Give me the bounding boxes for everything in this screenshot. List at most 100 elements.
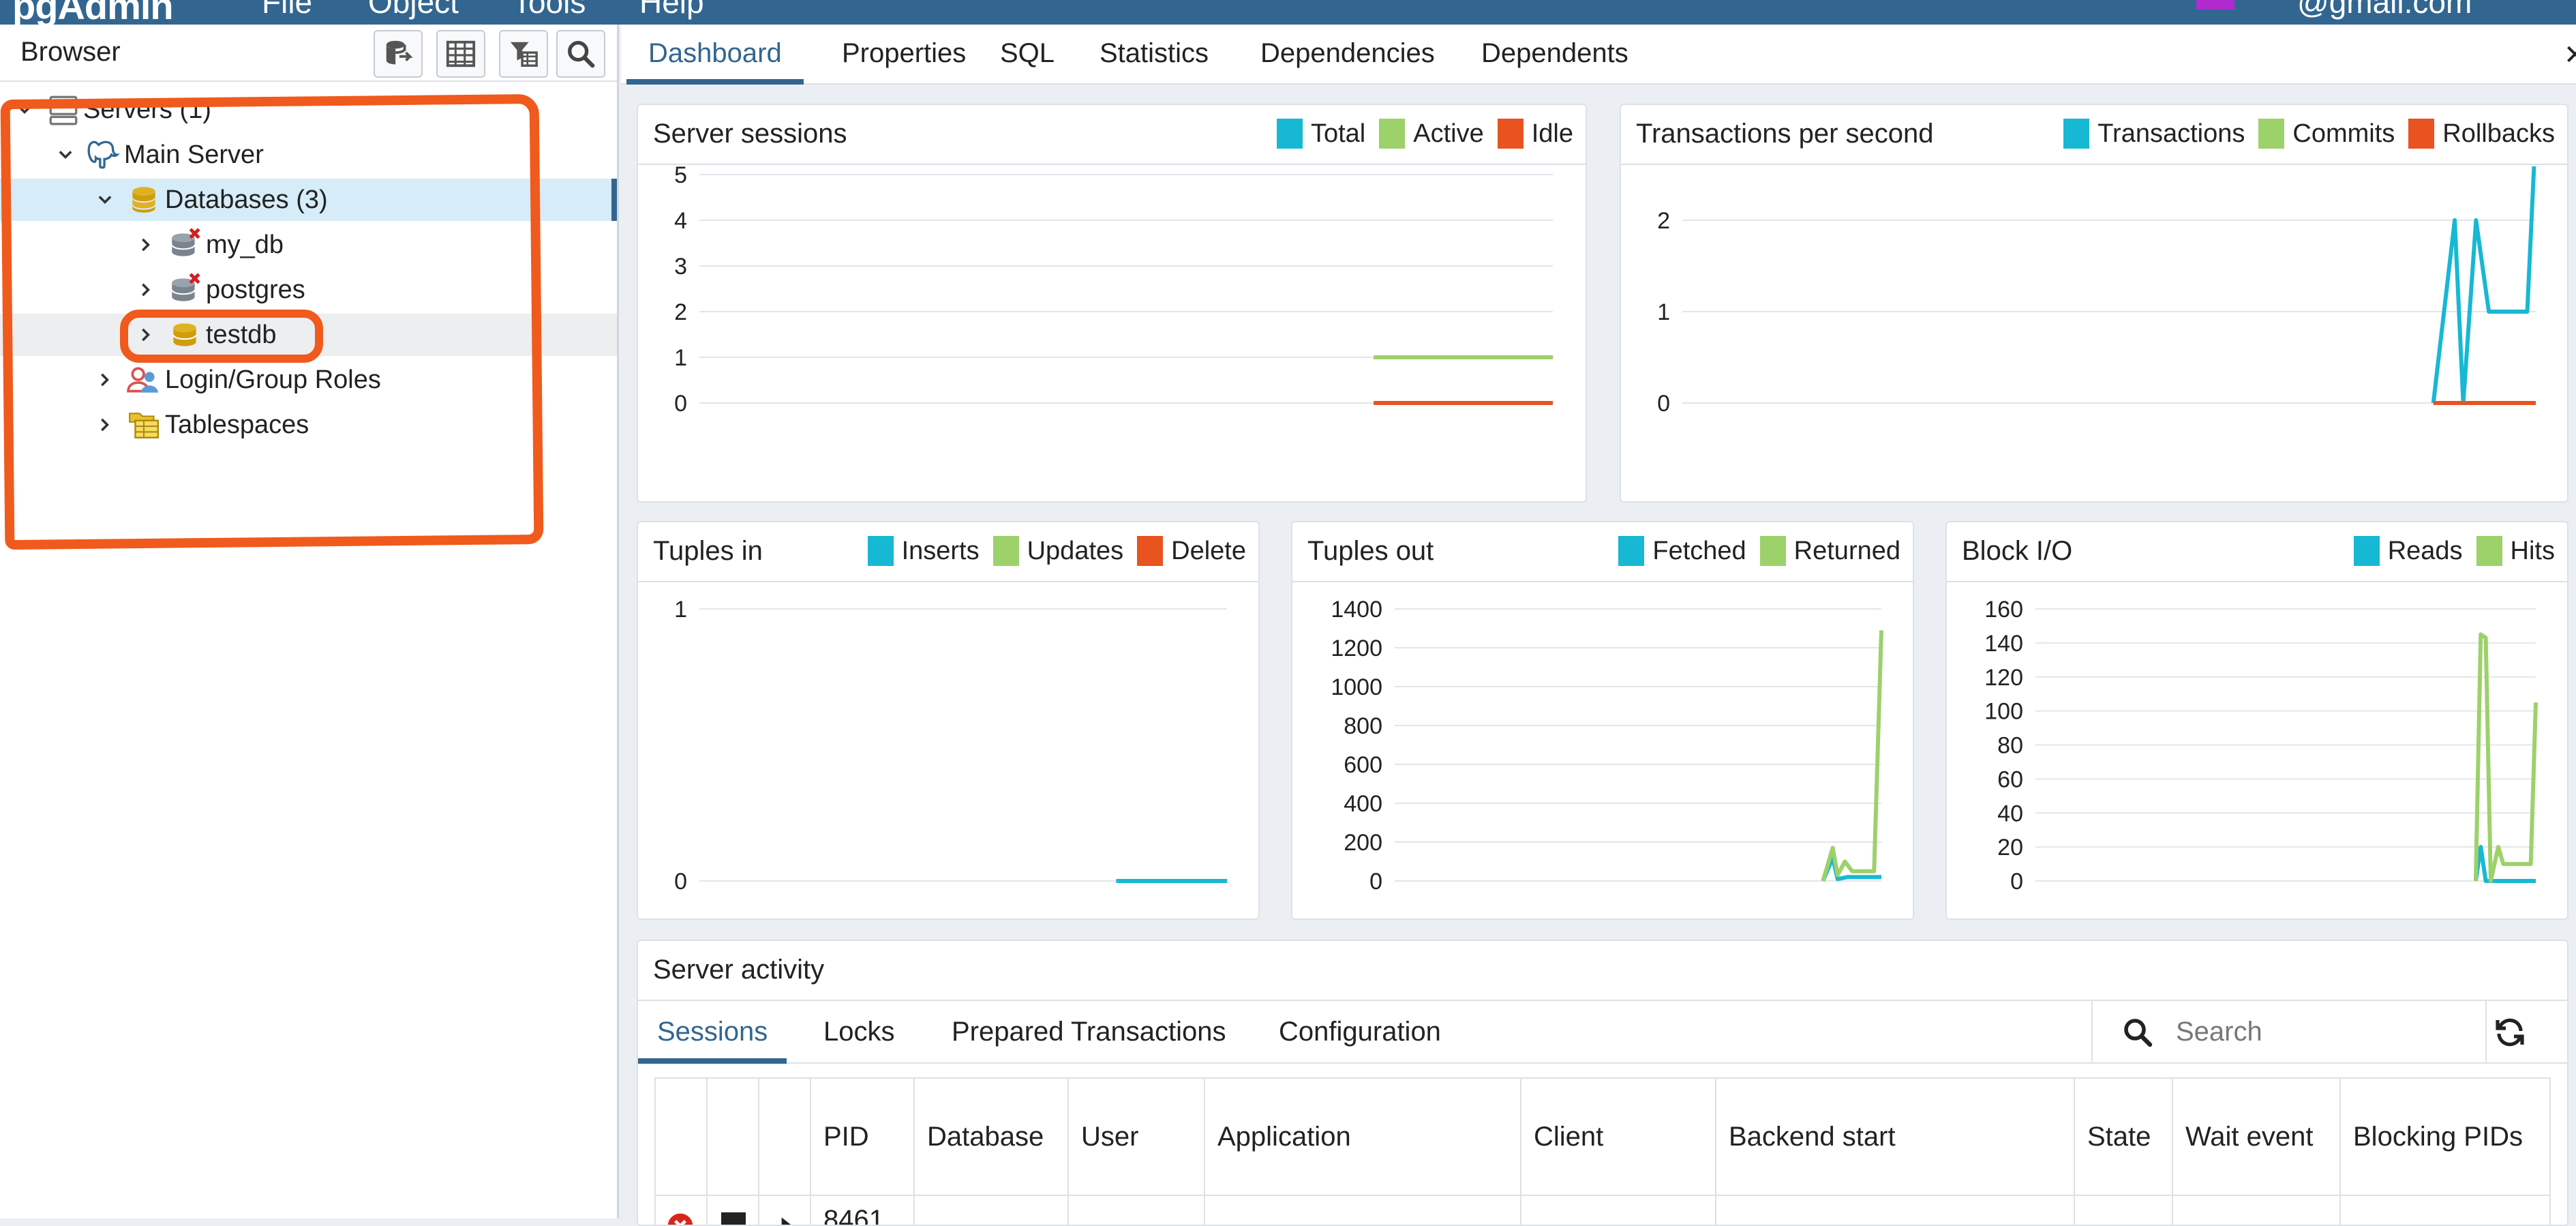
tab-dependencies[interactable]: Dependencies <box>1239 25 1457 85</box>
legend-swatch <box>2476 536 2502 566</box>
search-icon <box>2124 1019 2153 1047</box>
legend-swatch <box>867 536 894 566</box>
column-header-pid[interactable]: PID <box>811 1079 915 1195</box>
y-tick-label: 600 <box>1344 752 1382 778</box>
chart-title: Server sessions <box>653 119 847 149</box>
legend-label: Transactions <box>2097 119 2245 148</box>
table-cell <box>708 1196 759 1225</box>
card-header: Server sessions Total Active Idle <box>638 105 1586 165</box>
view-data-button[interactable] <box>436 30 485 78</box>
y-tick-label: 0 <box>674 869 687 895</box>
legend-label: Delete <box>1171 536 1246 565</box>
legend-swatch <box>2353 536 2380 566</box>
caret-right-icon[interactable] <box>774 1214 796 1226</box>
cancel-query-icon[interactable] <box>721 1212 746 1225</box>
transactions-per-second-card: Transactions per second Transactions Com… <box>1620 104 2569 503</box>
legend-swatch <box>2408 119 2435 149</box>
user-menu[interactable]: @gmail.com (Admin) <box>2297 0 2576 25</box>
menu-file[interactable]: File <box>262 0 312 20</box>
menu-help[interactable]: Help <box>639 0 704 20</box>
y-tick-label: 80 <box>1997 733 2023 759</box>
legend-label: Total <box>1310 119 1366 148</box>
server-activity-title: Server activity <box>653 955 825 985</box>
browser-panel-header: Browser <box>0 25 617 82</box>
terminate-session-icon[interactable] <box>665 1211 695 1226</box>
chart-title: Tuples out <box>1307 536 1434 566</box>
legend-swatch <box>1379 119 1406 149</box>
table-cell <box>1069 1196 1205 1225</box>
column-header-state[interactable]: State <box>2075 1079 2173 1195</box>
tab-prepared-transactions[interactable]: Prepared Transactions <box>933 1001 1245 1064</box>
block-io-chart: 160 140 120 100 80 60 40 20 0 <box>1984 597 2538 895</box>
legend-label: Commits <box>2292 119 2395 148</box>
legend-swatch <box>1759 536 1786 566</box>
refresh-icon[interactable] <box>2494 1016 2526 1049</box>
table-cell <box>1716 1196 2075 1225</box>
column-header-database[interactable]: Database <box>915 1079 1069 1195</box>
user-avatar-icon[interactable] <box>2196 0 2234 10</box>
search-objects-icon <box>568 41 595 68</box>
sessions-table: PID Database User Application Client Bac… <box>654 1077 2554 1226</box>
y-tick-label: 1 <box>1657 299 1670 325</box>
filtered-rows-button[interactable] <box>499 30 548 78</box>
activity-tabs: Sessions Locks Prepared Transactions Con… <box>638 1001 2567 1064</box>
column-header-client[interactable]: Client <box>1521 1079 1716 1195</box>
search-box <box>2091 1001 2487 1064</box>
y-tick-label: 0 <box>674 391 687 417</box>
chart-legend: Reads Hits <box>2340 536 2555 566</box>
y-tick-label: 2 <box>1657 208 1670 234</box>
legend-label: Fetched <box>1652 536 1746 565</box>
tab-statistics[interactable]: Statistics <box>1078 25 1230 85</box>
tuples-out-chart: 1400 1200 1000 800 600 400 200 0 <box>1331 597 1883 895</box>
legend-swatch <box>1276 119 1303 149</box>
y-tick-label: 0 <box>1369 869 1382 895</box>
close-panel-icon[interactable]: ✕ <box>2564 40 2576 71</box>
tab-dashboard[interactable]: Dashboard <box>626 25 804 85</box>
column-header-backend-start[interactable]: Backend start <box>1716 1079 2075 1195</box>
series-line-hits <box>2473 632 2538 883</box>
view-data-icon <box>446 40 476 68</box>
menu-object[interactable]: Object <box>368 0 459 20</box>
tab-locks[interactable]: Locks <box>804 1001 914 1064</box>
search-input[interactable] <box>2175 1009 2474 1054</box>
y-tick-label: 1 <box>674 597 687 623</box>
y-tick-label: 3 <box>674 254 687 280</box>
server-activity-card: Server activity Sessions Locks Prepared … <box>637 940 2569 1226</box>
column-header-wait-event[interactable]: Wait event <box>2173 1079 2341 1195</box>
legend-swatch <box>2063 119 2090 149</box>
legend-swatch <box>2258 119 2285 149</box>
block-io-card: Block I/O Reads Hits 160 140 120 100 80 60 40 2… <box>1945 521 2569 920</box>
search-objects-button[interactable] <box>556 30 605 78</box>
column-header-blocking-pids[interactable]: Blocking PIDs <box>2341 1079 2554 1195</box>
query-tool-button[interactable] <box>374 30 423 78</box>
main-tabs: Dashboard Properties SQL Statistics Depe… <box>621 25 2576 85</box>
server-sessions-chart: 6543210 <box>674 166 1553 417</box>
card-header: Tuples out Fetched Returned <box>1292 522 1913 582</box>
tab-properties[interactable]: Properties <box>820 25 988 85</box>
table-row <box>656 1196 708 1226</box>
y-tick-label: 1 <box>674 345 687 371</box>
y-tick-label: 400 <box>1344 791 1382 817</box>
y-tick-label: 5 <box>674 166 687 188</box>
column-header-user[interactable]: User <box>1069 1079 1205 1195</box>
tab-configuration[interactable]: Configuration <box>1260 1001 1460 1064</box>
chart-legend: Fetched Returned <box>1605 536 1900 566</box>
column-terminate <box>656 1079 708 1195</box>
card-header: Block I/O Reads Hits <box>1947 522 2567 582</box>
table-cell <box>1521 1196 1716 1225</box>
legend-label: Inserts <box>901 536 980 565</box>
column-cancel <box>708 1079 759 1195</box>
tuples-in-card: Tuples in Inserts Updates Delete 10 <box>637 521 1260 920</box>
chart-title: Block I/O <box>1962 536 2073 566</box>
tab-sessions[interactable]: Sessions <box>638 1001 787 1064</box>
y-tick-label: 160 <box>1984 597 2023 623</box>
y-tick-label: 0 <box>2010 869 2023 895</box>
y-tick-label: 140 <box>1984 631 2023 657</box>
tab-sql[interactable]: SQL <box>978 25 1076 85</box>
legend-label: Rollbacks <box>2442 119 2555 148</box>
column-header-application[interactable]: Application <box>1205 1079 1521 1195</box>
chart-title: Tuples in <box>653 536 763 566</box>
menu-tools[interactable]: Tools <box>513 0 586 20</box>
tab-dependents[interactable]: Dependents <box>1459 25 1650 85</box>
card-header: Server activity <box>638 941 2567 1001</box>
